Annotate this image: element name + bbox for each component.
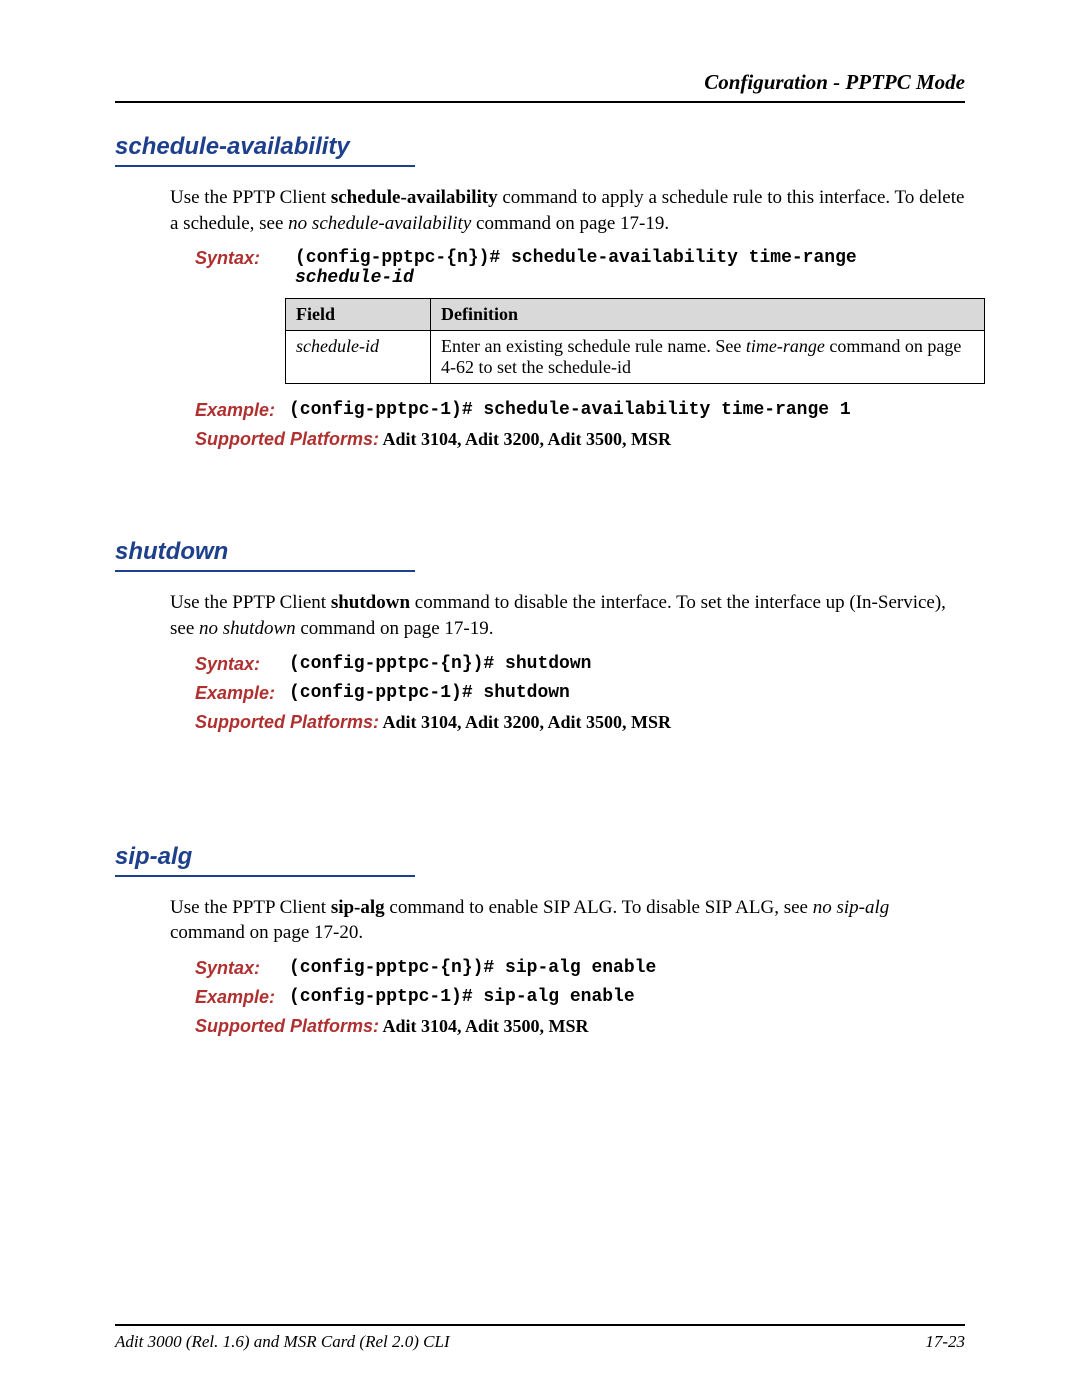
horizontal-rule bbox=[115, 101, 965, 103]
platforms-label: Supported Platforms: bbox=[195, 1016, 379, 1036]
command-name: schedule-availability bbox=[331, 187, 498, 208]
syntax-block: Syntax: (config-pptpc-{n})# sip-alg enab… bbox=[195, 958, 965, 979]
table-header-row: Field Definition bbox=[286, 299, 985, 331]
command-name: shutdown bbox=[331, 592, 410, 613]
supported-platforms: Supported Platforms: Adit 3104, Adit 320… bbox=[195, 712, 965, 733]
platforms-value: Adit 3104, Adit 3200, Adit 3500, MSR bbox=[379, 712, 671, 732]
text: Use the PPTP Client bbox=[170, 592, 331, 613]
text: Use the PPTP Client bbox=[170, 187, 331, 208]
section-title-shutdown: shutdown bbox=[115, 538, 965, 566]
command-ref: no shutdown bbox=[199, 618, 296, 639]
text: Enter an existing schedule rule name. Se… bbox=[441, 336, 746, 356]
table-cell-definition: Enter an existing schedule rule name. Se… bbox=[431, 331, 985, 384]
section-underline bbox=[115, 570, 415, 572]
example-block: Example: (config-pptpc-1)# sip-alg enabl… bbox=[195, 987, 965, 1008]
text: Use the PPTP Client bbox=[170, 897, 331, 918]
syntax-label: Syntax: bbox=[195, 654, 285, 675]
text: command on page 17-19. bbox=[296, 618, 494, 639]
intro-paragraph: Use the PPTP Client schedule-availabilit… bbox=[170, 185, 965, 236]
syntax-command: (config-pptpc-{n})# shutdown bbox=[289, 654, 591, 674]
section-underline bbox=[115, 875, 415, 877]
table-row: schedule-id Enter an existing schedule r… bbox=[286, 331, 985, 384]
table-header-definition: Definition bbox=[431, 299, 985, 331]
supported-platforms: Supported Platforms: Adit 3104, Adit 350… bbox=[195, 1016, 965, 1037]
text: command on page 17-19. bbox=[471, 213, 669, 234]
field-definition-table: Field Definition schedule-id Enter an ex… bbox=[285, 298, 985, 384]
syntax-command: (config-pptpc-{n})# schedule-availabilit… bbox=[295, 248, 857, 268]
example-block: Example: (config-pptpc-1)# schedule-avai… bbox=[195, 400, 965, 421]
example-command: (config-pptpc-1)# schedule-availability … bbox=[289, 400, 851, 420]
intro-paragraph: Use the PPTP Client shutdown command to … bbox=[170, 590, 965, 641]
syntax-label: Syntax: bbox=[195, 248, 260, 268]
syntax-block: Syntax: (config-pptpc-{n})# shutdown bbox=[195, 654, 965, 675]
command-ref: no sip-alg bbox=[813, 897, 890, 918]
text: command to enable SIP ALG. To disable SI… bbox=[385, 897, 813, 918]
syntax-command: (config-pptpc-{n})# sip-alg enable bbox=[289, 958, 656, 978]
table-cell-field: schedule-id bbox=[286, 331, 431, 384]
syntax-block: Syntax: (config-pptpc-{n})# schedule-ava… bbox=[195, 248, 965, 288]
example-command: (config-pptpc-1)# shutdown bbox=[289, 683, 570, 703]
platforms-value: Adit 3104, Adit 3500, MSR bbox=[379, 1016, 589, 1036]
horizontal-rule bbox=[115, 1324, 965, 1326]
example-label: Example: bbox=[195, 683, 285, 704]
table-header-field: Field bbox=[286, 299, 431, 331]
command-ref: time-range bbox=[746, 336, 825, 356]
header-context: Configuration - PPTPC Mode bbox=[115, 70, 965, 95]
syntax-arg: schedule-id bbox=[295, 268, 414, 288]
footer-page-number: 17-23 bbox=[925, 1332, 965, 1352]
example-label: Example: bbox=[195, 400, 285, 421]
platforms-label: Supported Platforms: bbox=[195, 712, 379, 732]
section-title-schedule-availability: schedule-availability bbox=[115, 133, 965, 161]
page-footer: Adit 3000 (Rel. 1.6) and MSR Card (Rel 2… bbox=[115, 1324, 965, 1352]
platforms-label: Supported Platforms: bbox=[195, 429, 379, 449]
footer-left: Adit 3000 (Rel. 1.6) and MSR Card (Rel 2… bbox=[115, 1332, 450, 1352]
command-ref: no schedule-availability bbox=[288, 213, 471, 234]
example-block: Example: (config-pptpc-1)# shutdown bbox=[195, 683, 965, 704]
example-command: (config-pptpc-1)# sip-alg enable bbox=[289, 987, 635, 1007]
command-name: sip-alg bbox=[331, 897, 385, 918]
example-label: Example: bbox=[195, 987, 285, 1008]
intro-paragraph: Use the PPTP Client sip-alg command to e… bbox=[170, 895, 965, 946]
platforms-value: Adit 3104, Adit 3200, Adit 3500, MSR bbox=[379, 429, 671, 449]
section-title-sip-alg: sip-alg bbox=[115, 843, 965, 871]
syntax-label: Syntax: bbox=[195, 958, 285, 979]
text: command on page 17-20. bbox=[170, 922, 363, 943]
section-underline bbox=[115, 165, 415, 167]
supported-platforms: Supported Platforms: Adit 3104, Adit 320… bbox=[195, 429, 965, 450]
